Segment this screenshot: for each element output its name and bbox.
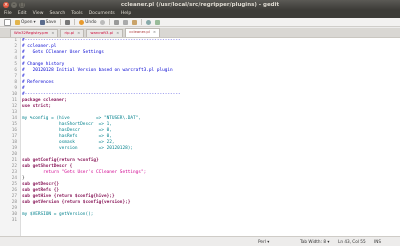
print-button[interactable] [65, 19, 71, 25]
tab-win32registry[interactable]: Win32Registry.pm × [10, 29, 59, 37]
copy-icon [123, 19, 129, 25]
tab-label: rip.pl [64, 30, 75, 35]
redo-button[interactable] [100, 19, 106, 25]
tab-warcraft3[interactable]: warcraft3.pl × [86, 29, 124, 37]
replace-button[interactable] [155, 19, 161, 25]
tab-label: ccleaner.pl [129, 29, 150, 34]
menu-search[interactable]: Search [50, 10, 66, 18]
menu-documents[interactable]: Documents [89, 10, 115, 18]
line-number: 31 [11, 218, 17, 223]
tab-ccleaner[interactable]: ccleaner.pl × [125, 28, 160, 37]
menu-tools[interactable]: Tools [71, 10, 82, 18]
close-icon[interactable]: × [116, 30, 119, 37]
open-button[interactable]: Open ▾ [15, 19, 36, 25]
toolbar-divider [109, 19, 111, 25]
undo-label: Undo [85, 19, 97, 25]
toolbar-divider [141, 19, 143, 25]
toolbar: Open ▾ Save Undo [0, 18, 400, 27]
tab-label: warcraft3.pl [90, 30, 114, 35]
toolbar-divider [74, 19, 76, 25]
undo-button[interactable]: Undo [79, 19, 97, 25]
chevron-down-icon: ▾ [327, 239, 330, 244]
close-icon[interactable]: × [51, 30, 54, 37]
chevron-down-icon: ▾ [267, 239, 270, 244]
text-editor[interactable]: 1 #--------------------------------------… [0, 37, 400, 237]
tab-rip[interactable]: rip.pl × [60, 29, 85, 37]
replace-icon [155, 19, 161, 25]
cut-button[interactable] [114, 19, 120, 25]
document-tabs: Win32Registry.pm × rip.pl × warcraft3.pl × … [0, 28, 400, 37]
save-button[interactable]: Save [39, 19, 57, 25]
menu-file[interactable]: File [4, 10, 12, 18]
window-title: ccleaner.pl (/usr/local/src/regripper/pl… [120, 2, 280, 8]
close-icon[interactable]: × [77, 30, 80, 37]
print-icon [65, 19, 71, 25]
undo-icon [79, 19, 85, 25]
copy-button[interactable] [123, 19, 129, 25]
redo-icon [100, 19, 106, 25]
toolbar-divider [60, 19, 62, 25]
tab-label: Win32Registry.pm [14, 30, 49, 35]
paste-icon [132, 19, 138, 25]
open-folder-icon [15, 19, 20, 25]
find-button[interactable] [146, 19, 152, 25]
menu-view[interactable]: View [33, 10, 44, 18]
code-line: 31 [0, 218, 400, 224]
chevron-down-icon: ▾ [33, 19, 36, 25]
new-button[interactable] [4, 18, 11, 26]
paste-button[interactable] [132, 19, 138, 25]
language-label: Perl [258, 239, 266, 244]
cut-icon [114, 19, 120, 25]
new-document-icon [4, 18, 11, 26]
open-label: Open [21, 19, 33, 25]
menu-bar: File Edit View Search Tools Documents He… [0, 10, 400, 18]
menu-edit[interactable]: Edit [18, 10, 27, 18]
search-icon [146, 19, 152, 25]
tab-width-label: Tab Width: 8 [300, 239, 326, 244]
close-icon[interactable]: × [153, 29, 156, 37]
menu-help[interactable]: Help [121, 10, 131, 18]
save-icon [39, 19, 45, 25]
title-bar: × – □ ccleaner.pl (/usr/local/src/regrip… [0, 0, 400, 10]
save-label: Save [45, 19, 57, 25]
